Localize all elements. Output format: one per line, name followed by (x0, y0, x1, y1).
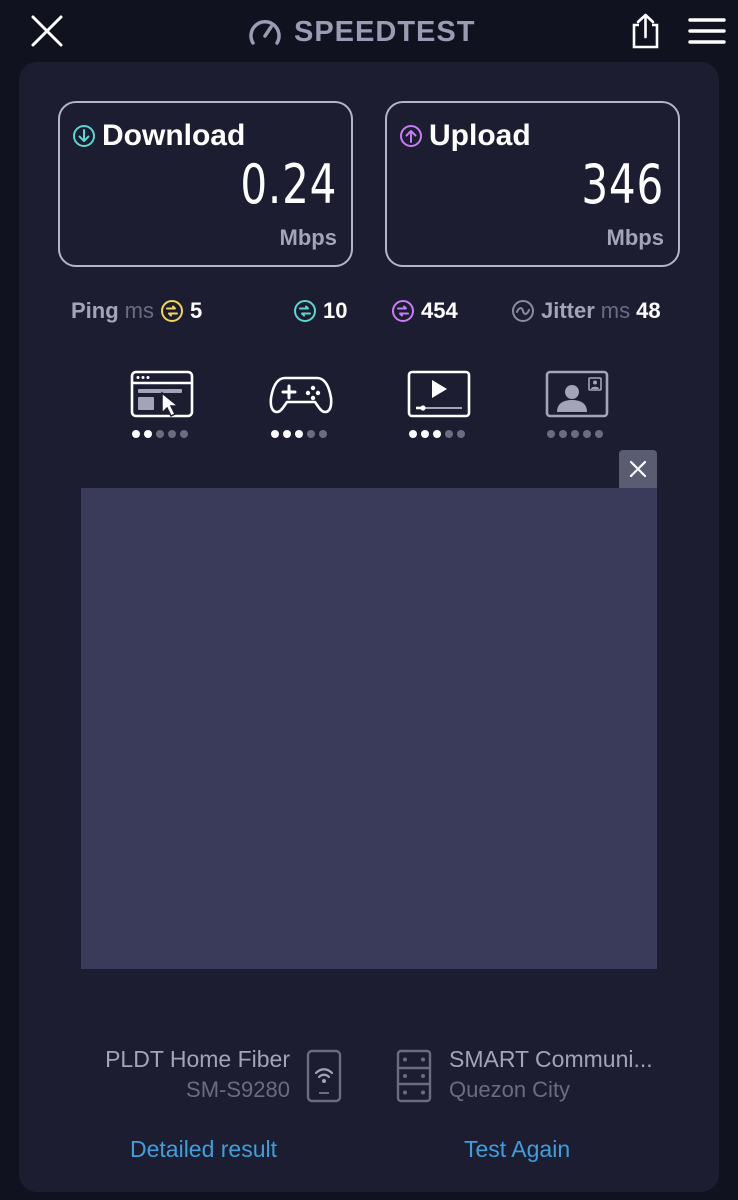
upload-result: Upload 346 Mbps (385, 101, 680, 267)
jitter-label: Jitter (541, 298, 595, 323)
ping-idle-icon (161, 300, 183, 322)
server-city: Quezon City (449, 1077, 571, 1102)
ad-close-button[interactable] (619, 450, 657, 488)
video-call-icon (545, 370, 609, 418)
rating-dot (319, 430, 327, 438)
upload-header: Upload (399, 119, 531, 153)
gaming-icon (269, 376, 333, 414)
rating-dot (180, 430, 188, 438)
results-card: Download 0.24 Mbps Upload 346 Mbps Ping … (19, 62, 719, 1192)
web-browsing-icon (130, 370, 194, 418)
ad-placeholder[interactable] (81, 488, 657, 969)
ping-unit: ms (124, 298, 154, 323)
video-streaming-rating (409, 430, 465, 438)
hamburger-menu-icon[interactable] (688, 16, 726, 46)
rating-dot (283, 430, 291, 438)
server-name[interactable]: SMART Communi... (449, 1046, 673, 1073)
web-browsing-quality[interactable] (130, 370, 196, 440)
detailed-result-link[interactable]: Detailed result (130, 1136, 277, 1163)
rating-dot (559, 430, 567, 438)
jitter-icon (512, 300, 534, 322)
download-value: 0.24 (240, 153, 337, 216)
test-again-link[interactable]: Test Again (464, 1136, 570, 1163)
rating-dot (271, 430, 279, 438)
video-call-quality[interactable] (545, 370, 611, 440)
gaming-quality[interactable] (269, 370, 335, 440)
download-result: Download 0.24 Mbps (58, 101, 353, 267)
rating-dot (168, 430, 176, 438)
ping-download-icon (294, 300, 316, 322)
connection-info: PLDT Home Fiber SM-S9280 SMART Communi..… (19, 1046, 719, 1106)
ping-idle: Ping ms 5 (71, 294, 202, 328)
ping-download-value: 10 (323, 298, 348, 323)
download-unit: Mbps (279, 225, 337, 250)
rating-dot (583, 430, 591, 438)
jitter-value: 48 (636, 298, 661, 323)
ping-upload-value: 454 (421, 298, 458, 323)
ping-upload-icon (392, 300, 414, 322)
app-title: SPEEDTEST (248, 10, 475, 54)
download-header: Download (72, 119, 245, 153)
rating-dot (156, 430, 164, 438)
upload-unit: Mbps (606, 225, 664, 250)
close-icon (629, 460, 647, 478)
rating-dot (433, 430, 441, 438)
rating-dot (307, 430, 315, 438)
close-icon[interactable] (30, 14, 64, 48)
top-bar: SPEEDTEST (0, 0, 738, 62)
download-arrow-icon (73, 125, 95, 147)
rating-dot (132, 430, 140, 438)
ping-download: 10 (293, 294, 347, 328)
ping-row: Ping ms 5 10 454 Jitter ms 48 (71, 294, 671, 328)
jitter-unit: ms (600, 298, 631, 323)
rating-dot (295, 430, 303, 438)
rating-dot (421, 430, 429, 438)
web-browsing-rating (132, 430, 188, 438)
phone-wifi-icon (305, 1049, 343, 1105)
ping-idle-value: 5 (190, 298, 203, 323)
jitter: Jitter ms 48 (511, 294, 661, 328)
upload-value: 346 (581, 153, 664, 216)
video-streaming-quality[interactable] (407, 370, 473, 440)
share-icon[interactable] (626, 12, 664, 50)
server-icon (395, 1049, 433, 1105)
video-call-rating (547, 430, 603, 438)
ping-label: Ping (71, 298, 119, 323)
rating-dot (457, 430, 465, 438)
rating-dot (445, 430, 453, 438)
rating-dot (595, 430, 603, 438)
isp-name: PLDT Home Fiber (105, 1046, 290, 1072)
rating-dot (571, 430, 579, 438)
upload-arrow-icon (400, 125, 422, 147)
upload-label: Upload (429, 119, 531, 152)
ping-upload: 454 (391, 294, 458, 328)
app-title-text: SPEEDTEST (294, 15, 476, 48)
rating-dot (409, 430, 417, 438)
gaming-rating (271, 430, 327, 438)
speedometer-icon (249, 20, 281, 45)
rating-dot (547, 430, 555, 438)
video-streaming-icon (407, 370, 471, 418)
rating-dot (144, 430, 152, 438)
download-label: Download (102, 119, 246, 152)
device-model: SM-S9280 (186, 1077, 290, 1102)
